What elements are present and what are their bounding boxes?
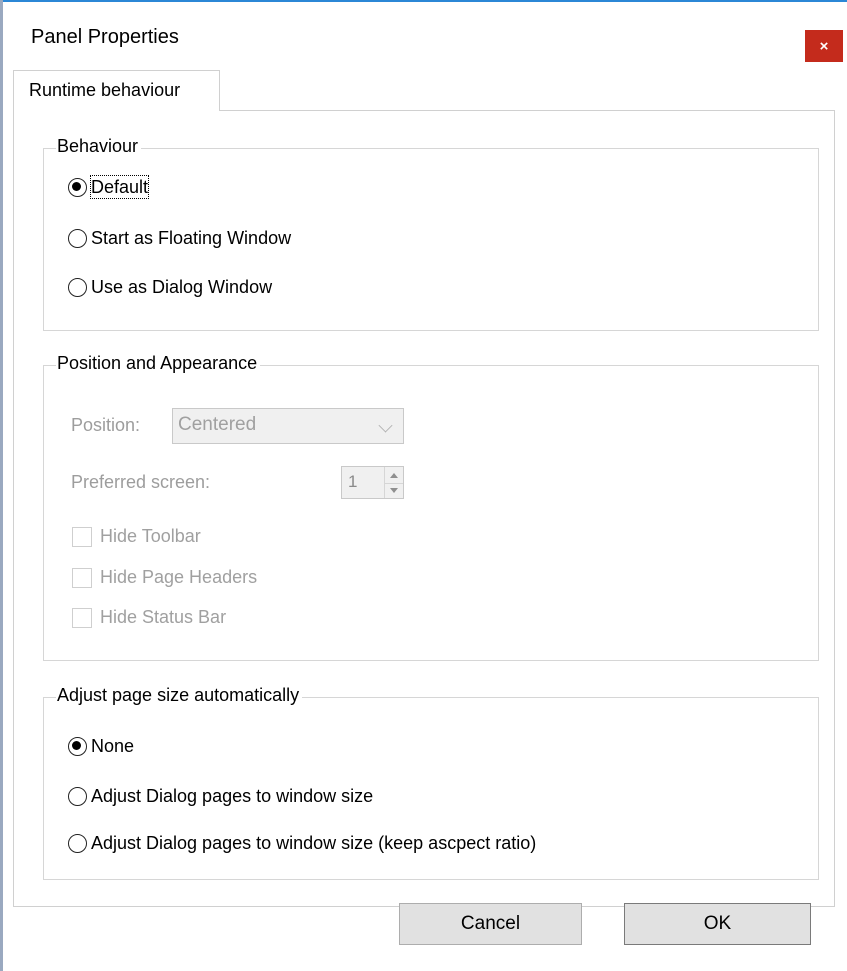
radio-label: Default [89, 175, 150, 199]
spinner-buttons[interactable] [384, 467, 403, 498]
checkbox-hide-page-headers[interactable]: Hide Page Headers [72, 567, 257, 588]
radio-button-icon[interactable] [68, 228, 87, 248]
radio-default[interactable]: Default [68, 175, 150, 199]
radio-button-icon[interactable] [68, 786, 87, 806]
radio-start-floating[interactable]: Start as Floating Window [68, 227, 291, 249]
ok-button[interactable]: OK [624, 903, 811, 945]
checkbox-label: Hide Toolbar [100, 526, 201, 546]
radio-none[interactable]: None [68, 735, 134, 757]
behaviour-legend: Behaviour [56, 135, 142, 157]
checkbox-icon[interactable] [72, 567, 92, 588]
tab-label: Runtime behaviour [29, 80, 181, 100]
checkbox-icon[interactable] [72, 607, 92, 628]
cancel-button[interactable]: Cancel [399, 903, 582, 945]
tab-panel: Behaviour Default Start as Floating Wind… [13, 110, 835, 907]
radio-label: Adjust Dialog pages to window size (keep… [91, 833, 537, 853]
radio-label: None [91, 736, 135, 756]
spinner-divider [385, 483, 403, 484]
position-value: Centered [178, 414, 257, 435]
position-appearance-legend: Position and Appearance [56, 352, 261, 374]
window-title: Panel Properties [31, 26, 179, 48]
radio-label: Use as Dialog Window [91, 277, 273, 297]
title-bar[interactable]: Panel Properties × [3, 2, 847, 68]
radio-adjust-dialog-pages[interactable]: Adjust Dialog pages to window size [68, 785, 373, 807]
checkbox-icon[interactable] [72, 526, 92, 547]
radio-button-icon[interactable] [68, 736, 87, 756]
radio-button-icon[interactable] [68, 177, 87, 197]
preferred-screen-spinner[interactable]: 1 [341, 466, 404, 499]
checkbox-hide-status-bar[interactable]: Hide Status Bar [72, 607, 226, 628]
adjust-page-size-group: Adjust page size automatically None Adju… [43, 684, 819, 880]
behaviour-group: Behaviour Default Start as Floating Wind… [43, 135, 819, 331]
radio-label: Start as Floating Window [91, 228, 292, 248]
checkbox-label: Hide Page Headers [100, 567, 258, 587]
checkbox-hide-toolbar[interactable]: Hide Toolbar [72, 526, 201, 547]
position-label: Position: [71, 415, 141, 435]
spin-up-icon[interactable] [390, 473, 398, 478]
radio-label: Adjust Dialog pages to window size [91, 786, 374, 806]
position-dropdown[interactable]: Centered [172, 408, 404, 444]
tab-runtime-behaviour[interactable]: Runtime behaviour [13, 70, 220, 111]
radio-button-icon[interactable] [68, 833, 87, 853]
radio-button-icon[interactable] [68, 277, 87, 297]
checkbox-label: Hide Status Bar [100, 607, 227, 627]
radio-adjust-keep-ratio[interactable]: Adjust Dialog pages to window size (keep… [68, 832, 536, 854]
close-button[interactable]: × [805, 30, 843, 62]
spin-down-icon[interactable] [390, 488, 398, 493]
close-icon: × [819, 37, 829, 55]
chevron-down-icon [378, 418, 393, 433]
preferred-screen-value: 1 [348, 472, 358, 491]
window-left-border [0, 0, 3, 971]
radio-dialog-window[interactable]: Use as Dialog Window [68, 276, 272, 298]
position-appearance-group: Position and Appearance Position: Center… [43, 352, 819, 661]
preferred-screen-label: Preferred screen: [71, 472, 211, 492]
adjust-page-size-legend: Adjust page size automatically [56, 684, 303, 706]
